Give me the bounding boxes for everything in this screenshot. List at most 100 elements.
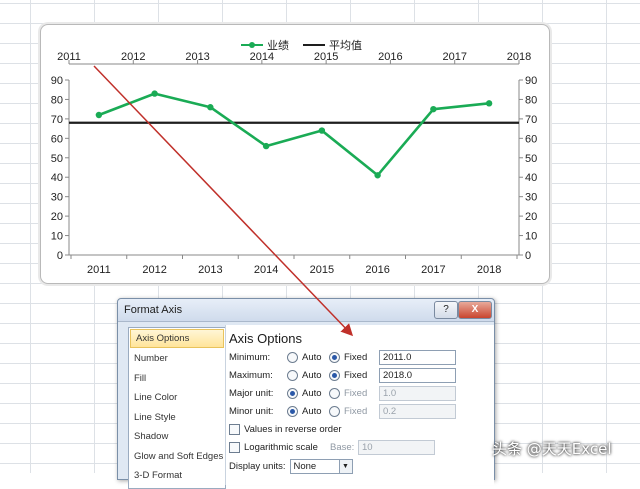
nav-item-number[interactable]: Number: [129, 349, 225, 369]
minimum-row: Minimum: Auto Fixed 2011.0: [229, 349, 456, 365]
y-tick-label-right: 50: [525, 153, 537, 165]
y-tick-label-right: 10: [525, 231, 537, 243]
minor-fixed-label: Fixed: [344, 405, 368, 417]
minor-fixed-radio[interactable]: [329, 405, 340, 417]
chart-plot: 0 0 10 10 20 20 30 30 40 40 50 50 60 60 70 70 80 80 90 90 20…: [51, 51, 538, 276]
data-point-yeji: [430, 105, 437, 113]
chart-legend: 业绩 平均值: [241, 37, 362, 53]
reverse-row[interactable]: Values in reverse order: [229, 421, 342, 437]
log-scale-checkbox[interactable]: [229, 441, 240, 453]
legend-label-average: 平均值: [329, 40, 362, 52]
minor-unit-input[interactable]: 0.2: [379, 403, 456, 419]
dialog-nav: Axis Options Number Fill Line Color Line…: [128, 327, 226, 489]
base-input[interactable]: 10: [358, 439, 435, 455]
minimum-auto-option[interactable]: Auto: [287, 351, 323, 363]
minimum-auto-label: Auto: [302, 351, 322, 363]
data-point-yeji: [485, 100, 493, 107]
minimum-fixed-radio[interactable]: [329, 351, 340, 363]
y-tick-label-right: 30: [525, 192, 537, 204]
nav-item-fill[interactable]: Fill: [129, 369, 225, 389]
nav-item-glow[interactable]: Glow and Soft Edges: [129, 447, 225, 467]
minimum-auto-radio[interactable]: [287, 351, 298, 363]
display-units-row: Display units: None ▼: [229, 458, 353, 474]
x-tick-label-bottom: 2016: [365, 264, 389, 276]
data-point-yeji: [262, 142, 270, 150]
base-label: Base:: [330, 441, 355, 453]
reverse-checkbox[interactable]: [229, 423, 240, 435]
minimum-fixed-option[interactable]: Fixed: [329, 351, 371, 363]
reverse-label: Values in reverse order: [244, 423, 342, 435]
major-unit-input[interactable]: 1.0: [379, 385, 456, 401]
minimum-fixed-label: Fixed: [344, 351, 368, 363]
data-point-yeji: [318, 127, 326, 134]
legend-swatch-average: [303, 44, 325, 46]
major-fixed-radio[interactable]: [329, 387, 340, 399]
close-button[interactable]: X: [458, 301, 492, 319]
display-units-select[interactable]: None ▼: [289, 458, 353, 474]
y-tick-label-right: 80: [525, 94, 537, 106]
section-title: Axis Options: [229, 331, 302, 346]
maximum-auto-label: Auto: [302, 369, 322, 381]
major-auto-radio[interactable]: [287, 387, 298, 399]
dialog-title-bar[interactable]: Format Axis ? X: [118, 299, 494, 322]
y-tick-label-right: 90: [525, 75, 537, 87]
x-tick-label-top: 2017: [442, 51, 466, 63]
nav-item-line-style[interactable]: Line Style: [129, 408, 225, 428]
x-tick-label-bottom: 2011: [87, 264, 111, 276]
x-tick-label-top: 2011: [57, 51, 81, 63]
display-units-label: Display units:: [229, 460, 286, 472]
y-tick-label-left: 60: [51, 133, 63, 145]
minor-unit-row: Minor unit: Auto Fixed 0.2: [229, 403, 456, 419]
legend-label-series1: 业绩: [267, 40, 289, 52]
x-tick-label-bottom: 2012: [142, 264, 166, 276]
maximum-auto-option[interactable]: Auto: [287, 369, 323, 381]
legend-item-series1: 业绩: [241, 37, 289, 53]
nav-item-3d-format[interactable]: 3-D Format: [129, 466, 225, 486]
minor-auto-option[interactable]: Auto: [287, 405, 323, 417]
x-tick-label-top: 2012: [121, 51, 145, 63]
help-button[interactable]: ?: [434, 301, 458, 319]
data-point-yeji: [207, 104, 214, 111]
chevron-down-icon[interactable]: ▼: [338, 459, 352, 473]
nav-item-shadow[interactable]: Shadow: [129, 427, 225, 447]
major-auto-option[interactable]: Auto: [287, 387, 323, 399]
minor-auto-radio[interactable]: [287, 405, 298, 417]
series-line-yeji: [98, 92, 490, 177]
maximum-fixed-option[interactable]: Fixed: [329, 369, 371, 381]
y-tick-label-left: 30: [51, 192, 63, 204]
format-axis-dialog: Format Axis ? X Axis Options Number Fill…: [117, 298, 495, 489]
dialog-title: Format Axis: [124, 304, 183, 316]
x-tick-label-top: 2013: [185, 51, 209, 63]
x-tick-label-bottom: 2013: [198, 264, 222, 276]
y-tick-label-left: 0: [57, 250, 63, 262]
log-scale-label: Logarithmic scale: [244, 441, 318, 453]
nav-item-axis-options[interactable]: Axis Options: [130, 329, 224, 348]
y-tick-label-left: 10: [51, 231, 63, 243]
minimum-value-input[interactable]: 2011.0: [379, 349, 456, 365]
y-tick-label-left: 40: [51, 172, 63, 184]
maximum-value-input[interactable]: 2018.0: [379, 367, 456, 383]
major-fixed-option[interactable]: Fixed: [329, 387, 371, 399]
minor-fixed-option[interactable]: Fixed: [329, 405, 371, 417]
major-unit-label: Major unit:: [229, 387, 274, 399]
legend-swatch-series1: [241, 42, 263, 48]
axis-options-pane: Axis Options Minimum: Auto Fixed 2011.0 …: [225, 325, 494, 485]
major-auto-label: Auto: [302, 387, 322, 399]
maximum-fixed-radio[interactable]: [329, 369, 340, 381]
y-tick-label-left: 50: [51, 153, 63, 165]
minor-auto-label: Auto: [302, 405, 322, 417]
y-tick-label-left: 70: [51, 114, 63, 126]
nav-item-line-color[interactable]: Line Color: [129, 388, 225, 408]
maximum-label: Maximum:: [229, 369, 273, 381]
x-tick-label-top: 2018: [507, 51, 531, 63]
x-tick-label-bottom: 2014: [254, 264, 278, 276]
line-chart[interactable]: 0 0 10 10 20 20 30 30 40 40 50 50 60 60 70 70 80 80 90 90 20…: [40, 24, 550, 284]
y-tick-label-right: 20: [525, 211, 537, 223]
y-tick-label-left: 20: [51, 211, 63, 223]
y-tick-label-right: 60: [525, 133, 537, 145]
maximum-fixed-label: Fixed: [344, 369, 368, 381]
maximum-auto-radio[interactable]: [287, 369, 298, 381]
display-units-value: None: [293, 460, 317, 472]
data-point-yeji: [95, 111, 103, 119]
y-tick-label-right: 40: [525, 172, 537, 184]
